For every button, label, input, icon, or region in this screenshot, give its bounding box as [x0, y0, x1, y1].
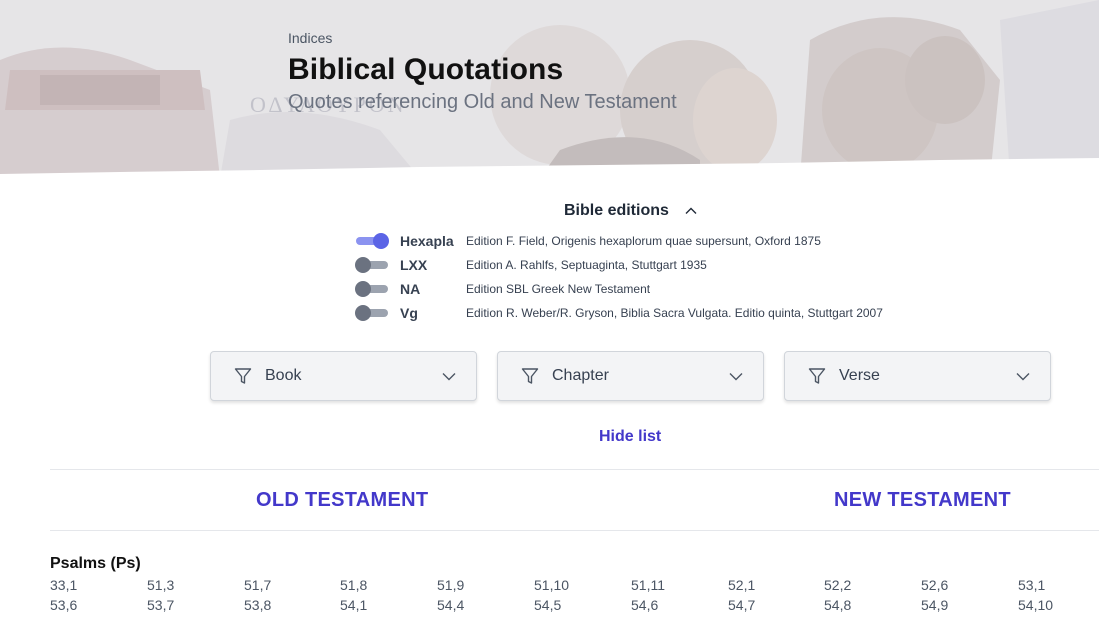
verse-reference-link[interactable]: 51,3: [147, 577, 174, 593]
chapter-filter-select[interactable]: Chapter: [497, 351, 764, 401]
verse-reference-link[interactable]: 51,8: [340, 577, 367, 593]
divider: [50, 469, 1099, 470]
book-heading: Psalms (Ps): [50, 555, 141, 572]
book-filter-select[interactable]: Book: [210, 351, 477, 401]
verse-reference-link[interactable]: 54,1: [340, 597, 367, 613]
verse-reference-link[interactable]: 54,8: [824, 597, 851, 613]
verse-filter-select[interactable]: Verse: [784, 351, 1051, 401]
bible-editions-toggle[interactable]: Bible editions: [564, 202, 699, 220]
verse-reference-link[interactable]: 52,1: [728, 577, 755, 593]
edition-description: Edition A. Rahlfs, Septuaginta, Stuttgar…: [466, 258, 707, 272]
old-testament-tab[interactable]: OLD TESTAMENT: [256, 489, 428, 512]
filter-icon: [234, 368, 252, 384]
verse-reference-link[interactable]: 53,1: [1018, 577, 1045, 593]
verse-reference-link[interactable]: 54,10: [1018, 597, 1053, 613]
edition-abbr: LXX: [400, 257, 428, 273]
verse-reference-link[interactable]: 54,9: [921, 597, 948, 613]
verse-reference-link[interactable]: 54,4: [437, 597, 464, 613]
verse-reference-link[interactable]: 53,8: [244, 597, 271, 613]
book-filter-label: Book: [265, 367, 302, 384]
bible-editions-heading: Bible editions: [564, 202, 669, 219]
edition-abbr: Hexapla: [400, 233, 454, 249]
verse-reference-link[interactable]: 52,6: [921, 577, 948, 593]
edition-row-na: NA Edition SBL Greek New Testament: [355, 279, 650, 299]
chapter-filter-label: Chapter: [552, 367, 609, 384]
hero-text: Indices Biblical Quotations Quotes refer…: [288, 30, 677, 114]
verse-reference-link[interactable]: 52,2: [824, 577, 851, 593]
page-title: Biblical Quotations: [288, 53, 564, 86]
filter-icon: [808, 368, 826, 384]
edition-toggle-vg[interactable]: [355, 305, 389, 321]
edition-toggle-hexapla[interactable]: [355, 233, 389, 249]
hero-torn-edge: [0, 158, 1099, 178]
chevron-down-icon: [729, 373, 743, 381]
page-subtitle: Quotes referencing Old and New Testament: [288, 91, 677, 113]
edition-toggle-lxx[interactable]: [355, 257, 389, 273]
edition-description: Edition R. Weber/R. Gryson, Biblia Sacra…: [466, 306, 883, 320]
chevron-up-icon: [685, 207, 697, 214]
chevron-down-icon: [442, 373, 456, 381]
edition-description: Edition SBL Greek New Testament: [466, 282, 651, 296]
edition-abbr: Vg: [400, 305, 418, 321]
verse-reference-link[interactable]: 51,10: [534, 577, 569, 593]
hero-eyebrow: Indices: [288, 30, 333, 46]
new-testament-tab[interactable]: NEW TESTAMENT: [834, 489, 1011, 512]
verse-reference-link[interactable]: 53,7: [147, 597, 174, 613]
edition-toggle-na[interactable]: [355, 281, 389, 297]
verse-reference-link[interactable]: 53,6: [50, 597, 77, 613]
edition-abbr: NA: [400, 281, 421, 297]
verse-reference-link[interactable]: 51,11: [631, 577, 665, 593]
verse-reference-link[interactable]: 51,9: [437, 577, 464, 593]
verse-reference-link[interactable]: 54,6: [631, 597, 658, 613]
filter-icon: [521, 368, 539, 384]
verse-reference-link[interactable]: 51,7: [244, 577, 271, 593]
edition-description: Edition F. Field, Origenis hexaplorum qu…: [466, 234, 821, 248]
edition-row-vg: Vg Edition R. Weber/R. Gryson, Biblia Sa…: [355, 303, 883, 323]
chevron-down-icon: [1016, 373, 1030, 381]
verse-reference-link[interactable]: 54,7: [728, 597, 755, 613]
verse-filter-label: Verse: [839, 367, 880, 384]
hero-banner: ΟΔΥΛΟΥΡΟΝ Indices Biblical Quotations Qu…: [0, 0, 1099, 178]
verse-reference-link[interactable]: 54,5: [534, 597, 561, 613]
verse-reference-link[interactable]: 33,1: [50, 577, 77, 593]
edition-row-hexapla: Hexapla Edition F. Field, Origenis hexap…: [355, 231, 821, 251]
edition-row-lxx: LXX Edition A. Rahlfs, Septuaginta, Stut…: [355, 255, 707, 275]
hide-list-button[interactable]: Hide list: [599, 428, 661, 446]
divider: [50, 530, 1099, 531]
